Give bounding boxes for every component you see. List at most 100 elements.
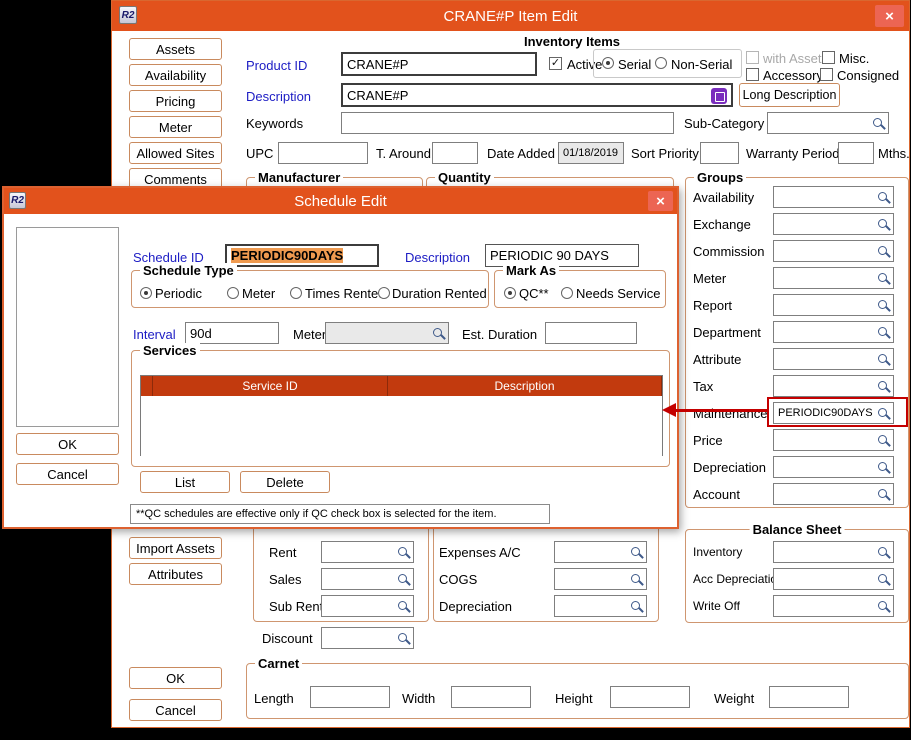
search-icon[interactable] (397, 632, 411, 646)
close-icon[interactable]: × (648, 191, 673, 211)
search-icon[interactable] (397, 600, 411, 614)
close-icon[interactable]: × (875, 5, 904, 27)
search-icon[interactable] (630, 600, 644, 614)
needs-service-label[interactable]: Needs Service (576, 286, 661, 301)
periodic-radio[interactable] (140, 287, 152, 299)
balance-input-acc-depreciation[interactable] (773, 568, 894, 590)
search-icon[interactable] (877, 546, 891, 560)
accessory-checkbox[interactable] (746, 68, 759, 81)
search-icon[interactable] (877, 326, 891, 340)
warranty-period-input[interactable] (838, 142, 874, 164)
sort-priority-input[interactable] (700, 142, 739, 164)
sidebar-button-availability[interactable]: Availability (129, 64, 222, 86)
discount-input[interactable] (321, 627, 414, 649)
groups-input-report[interactable] (773, 294, 894, 316)
misc-label[interactable]: Misc. (839, 51, 869, 66)
description-input[interactable]: CRANE#P (341, 83, 733, 107)
times-rented-label[interactable]: Times Rented (305, 286, 385, 301)
keywords-input[interactable] (341, 112, 674, 134)
groups-input-price[interactable] (773, 429, 894, 451)
long-description-button[interactable]: Long Description (739, 83, 840, 107)
groups-input-availability[interactable] (773, 186, 894, 208)
accounts-input-expenses[interactable] (554, 541, 647, 563)
groups-input-commission[interactable] (773, 240, 894, 262)
sidebar-button-attributes[interactable]: Attributes (129, 563, 222, 585)
serial-label[interactable]: Serial (618, 57, 651, 72)
search-icon[interactable] (630, 573, 644, 587)
schedule-ok-button[interactable]: OK (16, 433, 119, 455)
search-icon[interactable] (877, 380, 891, 394)
search-icon[interactable] (872, 117, 886, 131)
interval-input[interactable]: 90d (185, 322, 279, 344)
needs-service-radio[interactable] (561, 287, 573, 299)
accounts-input-sales[interactable] (321, 568, 414, 590)
sidebar-button-assets[interactable]: Assets (129, 38, 222, 60)
search-icon[interactable] (877, 461, 891, 475)
product-id-input[interactable]: CRANE#P (341, 52, 537, 76)
non-serial-radio[interactable] (655, 57, 667, 69)
rich-text-icon[interactable] (711, 88, 727, 104)
accounts-input-rent[interactable] (321, 541, 414, 563)
accounts-input-depreciation[interactable] (554, 595, 647, 617)
carnet-input-width[interactable] (451, 686, 531, 708)
search-icon[interactable] (877, 600, 891, 614)
upc-input[interactable] (278, 142, 368, 164)
search-icon[interactable] (397, 573, 411, 587)
sub-category-input[interactable] (767, 112, 889, 134)
groups-input-depreciation[interactable] (773, 456, 894, 478)
serial-radio[interactable] (602, 57, 614, 69)
carnet-input-height[interactable] (610, 686, 690, 708)
groups-input-tax[interactable] (773, 375, 894, 397)
ok-button[interactable]: OK (129, 667, 222, 689)
search-icon[interactable] (877, 245, 891, 259)
times-rented-radio[interactable] (290, 287, 302, 299)
accounts-input-cogs[interactable] (554, 568, 647, 590)
search-icon[interactable] (877, 434, 891, 448)
delete-button[interactable]: Delete (240, 471, 330, 493)
search-icon[interactable] (397, 546, 411, 560)
balance-input-inventory[interactable] (773, 541, 894, 563)
qc-label[interactable]: QC** (519, 286, 549, 301)
carnet-input-weight[interactable] (769, 686, 849, 708)
periodic-label[interactable]: Periodic (155, 286, 202, 301)
schedule-id-input[interactable]: PERIODIC90DAYS (225, 244, 379, 267)
consigned-checkbox[interactable] (820, 68, 833, 81)
consigned-label[interactable]: Consigned (837, 68, 899, 83)
sidebar-button-meter[interactable]: Meter (129, 116, 222, 138)
est-duration-input[interactable] (545, 322, 637, 344)
active-checkbox[interactable]: ✓ (549, 57, 562, 70)
search-icon[interactable] (877, 218, 891, 232)
groups-input-department[interactable] (773, 321, 894, 343)
duration-rented-radio[interactable] (378, 287, 390, 299)
duration-rented-label[interactable]: Duration Rented (392, 286, 487, 301)
misc-checkbox[interactable] (822, 51, 835, 64)
balance-input-write-off[interactable] (773, 595, 894, 617)
schedule-list[interactable] (16, 227, 119, 427)
sidebar-button-allowed-sites[interactable]: Allowed Sites (129, 142, 222, 164)
schedule-cancel-button[interactable]: Cancel (16, 463, 119, 485)
accounts-input-sub-rent[interactable] (321, 595, 414, 617)
groups-input-attribute[interactable] (773, 348, 894, 370)
search-icon[interactable] (877, 573, 891, 587)
groups-input-exchange[interactable] (773, 213, 894, 235)
search-icon[interactable] (877, 488, 891, 502)
search-icon[interactable] (877, 191, 891, 205)
sidebar-button-import-assets[interactable]: Import Assets (129, 537, 222, 559)
search-icon[interactable] (877, 272, 891, 286)
accessory-label[interactable]: Accessory (763, 68, 823, 83)
sidebar-button-pricing[interactable]: Pricing (129, 90, 222, 112)
meter-type-radio[interactable] (227, 287, 239, 299)
list-button[interactable]: List (140, 471, 230, 493)
groups-input-meter[interactable] (773, 267, 894, 289)
services-table-body[interactable] (141, 396, 662, 457)
carnet-input-length[interactable] (310, 686, 390, 708)
non-serial-label[interactable]: Non-Serial (671, 57, 732, 72)
search-icon[interactable] (877, 299, 891, 313)
t-around-input[interactable] (432, 142, 478, 164)
meter-type-label[interactable]: Meter (242, 286, 275, 301)
groups-input-account[interactable] (773, 483, 894, 505)
search-icon[interactable] (630, 546, 644, 560)
cancel-button[interactable]: Cancel (129, 699, 222, 721)
search-icon[interactable] (877, 353, 891, 367)
qc-radio[interactable] (504, 287, 516, 299)
